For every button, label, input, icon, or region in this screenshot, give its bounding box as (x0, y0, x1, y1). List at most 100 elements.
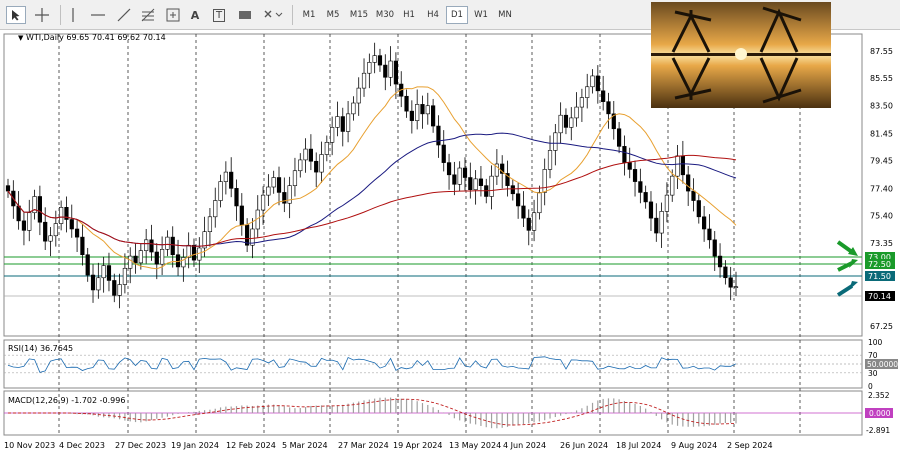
candle-body (622, 146, 627, 163)
timeframe-m5[interactable]: M5 (322, 6, 344, 24)
price-axis-label: 81.45 (870, 129, 893, 138)
candle-body (372, 55, 377, 63)
candle-body (489, 175, 494, 197)
timeframe-mn[interactable]: MN (494, 6, 516, 24)
candle-body (441, 144, 446, 163)
candle-body (117, 284, 122, 296)
price-axis-label: 67.25 (870, 322, 893, 331)
candle-body (521, 205, 526, 219)
candle-body (569, 117, 574, 128)
candle-body (292, 170, 298, 186)
date-axis-label: 10 Nov 2023 (4, 441, 55, 450)
candle-body (457, 167, 462, 185)
label-icon[interactable]: T (210, 6, 228, 24)
candle-body (601, 90, 606, 102)
candle-body (303, 148, 308, 161)
timeframe-h4[interactable]: H4 (422, 6, 444, 24)
text-icon[interactable]: A (186, 6, 204, 24)
candle-body (314, 160, 319, 173)
candle-body (680, 155, 685, 176)
candle-body (462, 167, 468, 178)
date-axis-label: 4 Dec 2023 (59, 441, 105, 450)
level-badge-text: 71.50 (868, 272, 891, 281)
candle-body (43, 221, 48, 242)
cursor-icon[interactable] (6, 6, 26, 24)
candle-body (728, 277, 733, 288)
date-axis-label: 26 Jun 2024 (560, 441, 608, 450)
price-axis-label: 75.40 (870, 211, 893, 220)
vline-icon[interactable] (66, 6, 80, 24)
candle-body (90, 274, 96, 291)
rsi-axis-label: 0 (868, 382, 873, 391)
date-axis-label: 2 Sep 2024 (727, 441, 773, 450)
shapes-icon[interactable] (260, 6, 286, 24)
candle-body (59, 207, 64, 224)
timeframe-d1[interactable]: D1 (446, 6, 468, 24)
candle-body (324, 142, 329, 155)
macd-axis-label: 2.352 (868, 391, 890, 400)
timeframe-h1[interactable]: H1 (398, 6, 420, 24)
candle-body (165, 236, 170, 250)
macd-label: MACD(12,26,9) -1.702 -0.996 (8, 396, 126, 405)
candle-body (361, 72, 367, 89)
trendline-icon[interactable] (114, 6, 134, 24)
candle-body (335, 116, 340, 128)
candle-body (308, 148, 313, 162)
candle-body (218, 181, 223, 201)
ma-mid-line (7, 132, 737, 247)
candle-body (85, 254, 90, 276)
date-axis-label: 19 Apr 2024 (393, 441, 442, 450)
date-axis-label: 13 May 2024 (449, 441, 501, 450)
candle-body (542, 169, 547, 193)
candle-body (420, 104, 425, 115)
candle-body (686, 174, 691, 192)
candle-body (234, 188, 239, 207)
symbol-info-text: WTI,Daily 69.65 70.41 69.62 70.14 (25, 33, 166, 42)
timeframe-m30[interactable]: M30 (372, 6, 398, 24)
date-axis-label: 5 Mar 2024 (282, 441, 328, 450)
candle-body (425, 105, 430, 115)
candle-body (170, 236, 175, 256)
dropdown-triangle-icon[interactable]: ▼ (18, 34, 23, 42)
candle-body (122, 267, 128, 285)
candle-body (48, 235, 53, 242)
hline-icon[interactable] (88, 6, 108, 24)
candle-body (717, 255, 723, 268)
symbol-info: ▼ WTI,Daily 69.65 70.41 69.62 70.14 (18, 33, 166, 42)
candle-body (345, 113, 351, 132)
candle-body (144, 239, 149, 251)
candle-body (69, 219, 74, 230)
candle-body (351, 102, 356, 115)
candle-body (133, 255, 138, 264)
price-axis-label: 77.40 (870, 184, 893, 193)
oil-pumpjack-image (651, 2, 831, 108)
candle-body (516, 193, 521, 207)
rectangle-icon[interactable] (236, 6, 254, 24)
macd-axis-label: -2.891 (866, 426, 890, 435)
candle-body (128, 255, 133, 269)
candle-body (223, 171, 228, 182)
fib-icon[interactable] (138, 6, 158, 24)
candle-body (531, 212, 537, 231)
macd-axis-label: 0.000 (869, 409, 891, 418)
timeframe-w1[interactable]: W1 (470, 6, 492, 24)
candle-body (702, 216, 707, 230)
price-axis-label: 87.55 (870, 47, 893, 56)
candle-body (377, 55, 383, 66)
candle-body (271, 177, 276, 188)
candle-body (446, 162, 452, 176)
crosshair-icon[interactable] (32, 6, 52, 24)
date-axis-label: 12 Feb 2024 (226, 441, 276, 450)
channel-icon[interactable] (164, 6, 182, 24)
timeframe-m1[interactable]: M1 (298, 6, 320, 24)
candle-body (229, 171, 234, 189)
label-icon-text: T (212, 8, 226, 22)
candle-body (319, 154, 324, 173)
candle-body (563, 114, 569, 128)
timeframe-m15[interactable]: M15 (346, 6, 372, 24)
candle-body (691, 190, 696, 201)
candle-body (276, 177, 282, 193)
arrow-icon (836, 240, 854, 254)
rsi-axis-label: 50.0000 (867, 360, 898, 369)
rsi-label: RSI(14) 36.7645 (8, 344, 74, 353)
